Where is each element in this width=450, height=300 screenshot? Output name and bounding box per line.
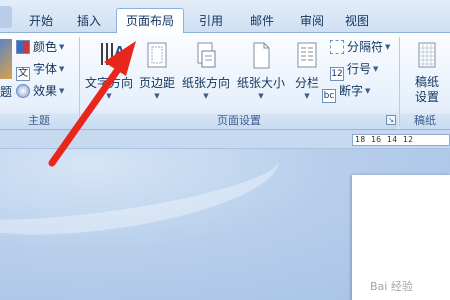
page-orientation-icon [195,41,217,71]
chevron-down-icon: ▼ [59,65,65,73]
draft-paper-settings-button[interactable]: 稿纸 设置 [404,41,450,105]
theme-effects-button[interactable]: 效果 ▼ [16,82,64,100]
chevron-down-icon: ▼ [365,87,371,95]
chevron-down-icon: ▼ [258,92,264,100]
columns-label: 分栏 [294,76,319,90]
font-icon: 文 [16,67,30,81]
tab-references[interactable]: 引用 [192,10,230,33]
hyphenation-label: 断字 [339,84,364,98]
chevron-down-icon: ▼ [373,65,379,73]
size-label: 纸张大小 [236,76,285,90]
draft-paper-label-line2: 设置 [414,90,439,104]
chevron-down-icon: ▼ [59,87,65,95]
ruler-scale[interactable]: 18 16 14 12 [352,134,450,146]
ribbon-tab-bar: 开始 插入 页面布局 引用 邮件 审阅 视图 [0,0,450,34]
tab-review[interactable]: 审阅 [293,10,331,33]
chevron-down-icon: ▼ [203,92,209,100]
hyphenation-button[interactable]: bc 断字 ▼ [322,82,371,103]
theme-colors-label: 颜色 [33,40,58,54]
effects-icon [16,84,30,98]
columns-button[interactable]: 分栏 ▼ [292,41,322,101]
text-direction-button[interactable]: A 文字方向 ▼ [84,41,134,101]
draft-paper-label-line1: 稿纸 [414,75,439,89]
size-button[interactable]: 纸张大小 ▼ [235,41,287,101]
orientation-label: 纸张方向 [181,76,230,90]
svg-text:A: A [115,44,124,58]
columns-icon [296,41,318,71]
theme-effects-label: 效果 [33,84,58,98]
color-palette-icon [16,40,30,54]
themes-icon[interactable] [0,39,12,79]
margins-label: 页边距 [138,76,175,90]
margins-button[interactable]: 页边距 ▼ [137,41,177,101]
horizontal-ruler: 18 16 14 12 [0,131,450,149]
tab-page-layout[interactable]: 页面布局 [116,8,184,34]
group-label-themes: 主题 [0,113,78,129]
text-direction-label: 文字方向 [84,76,133,90]
tab-insert[interactable]: 插入 [70,10,108,33]
margins-icon [146,41,168,71]
group-label-page-setup: 页面设置 [80,113,398,129]
chevron-down-icon: ▼ [385,43,391,51]
theme-colors-button[interactable]: 颜色 ▼ [16,38,64,56]
tab-mailings[interactable]: 邮件 [243,10,281,33]
draft-paper-icon [416,41,438,71]
line-numbers-icon: 12 [330,67,344,81]
chevron-down-icon: ▼ [59,43,65,51]
page-break-icon [330,40,344,54]
breaks-button[interactable]: 分隔符 ▼ [330,38,390,56]
line-numbers-button[interactable]: 12 行号 ▼ [330,60,379,81]
breaks-label: 分隔符 [347,40,384,54]
theme-fonts-button[interactable]: 文字体 ▼ [16,60,65,81]
dialog-launcher-icon[interactable]: ↘ [386,115,396,125]
chevron-down-icon: ▼ [154,92,160,100]
page-size-icon [250,41,272,71]
themes-button-label[interactable]: 题 [0,83,12,100]
tab-view[interactable]: 视图 [338,10,376,33]
group-label-draft-paper: 稿纸 [400,113,450,129]
watermark-text: Bai 经验 [370,280,413,293]
ribbon-panel: 题 颜色 ▼ 文字体 ▼ 效果 ▼ 主题 A 文字方向 ▼ 页边距 ▼ 纸张方向… [0,33,450,130]
chevron-down-icon: ▼ [106,92,112,100]
orientation-button[interactable]: 纸张方向 ▼ [180,41,232,101]
line-numbers-label: 行号 [347,62,372,76]
text-direction-icon: A [98,41,125,71]
tab-home[interactable]: 开始 [22,10,60,33]
office-button-edge[interactable] [0,6,12,28]
theme-fonts-label: 字体 [33,62,58,76]
chevron-down-icon: ▼ [304,92,310,100]
hyphenation-icon: bc [322,89,336,103]
background-swoosh [0,149,285,253]
